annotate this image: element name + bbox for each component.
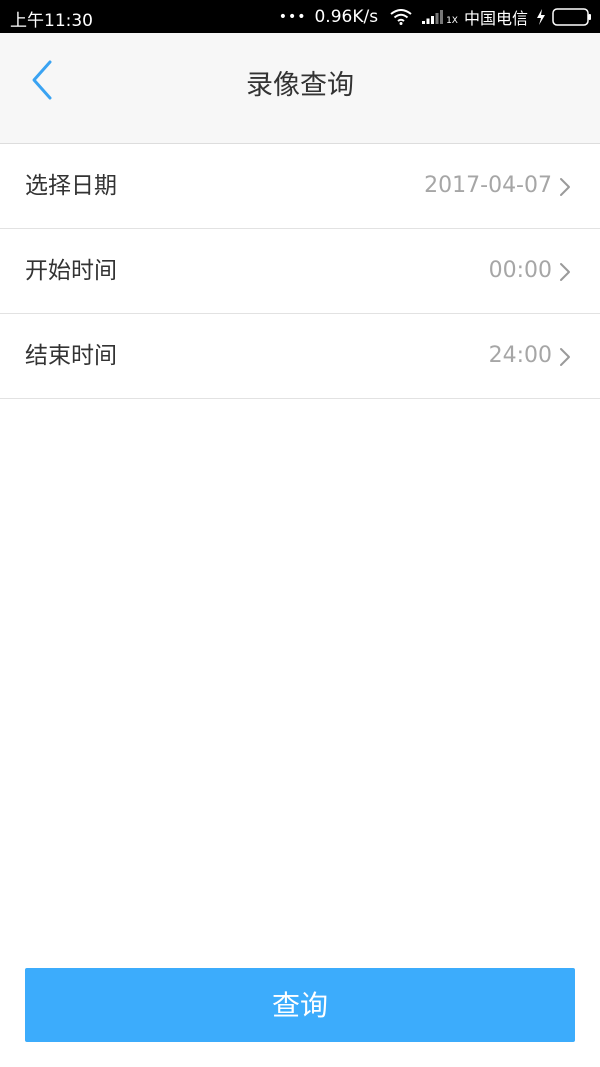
status-dots: •••: [278, 8, 307, 25]
charge-icon: [537, 8, 545, 25]
wifi-icon: [390, 8, 412, 25]
battery-icon: [552, 7, 591, 26]
status-time: 上午11:30: [10, 11, 93, 31]
row-label: 开始时间: [25, 258, 117, 284]
status-bar: 上午11:30 ••• 0.96K/s 1X 中国电信: [0, 0, 600, 33]
query-options-list: 选择日期 2017-04-07 开始时间 00:00 结束时间 24:00: [0, 144, 600, 399]
row-value: 00:00: [488, 258, 552, 283]
chevron-right-icon: [560, 178, 570, 196]
row-label: 结束时间: [25, 343, 117, 369]
nav-header: 录像查询: [0, 33, 600, 144]
app-screen: 上午11:30 ••• 0.96K/s 1X 中国电信 录像查询 选择日期 20…: [0, 0, 600, 1067]
row-label: 选择日期: [25, 173, 117, 199]
row-select-date[interactable]: 选择日期 2017-04-07: [0, 144, 600, 229]
carrier-name: 中国电信: [463, 8, 528, 28]
signal-type: 1X: [446, 15, 458, 26]
page-title: 录像查询: [246, 70, 354, 101]
query-button[interactable]: 查询: [25, 968, 575, 1042]
row-value: 2017-04-07: [424, 173, 552, 198]
chevron-right-icon: [560, 348, 570, 366]
row-end-time[interactable]: 结束时间 24:00: [0, 314, 600, 399]
status-indicators: ••• 0.96K/s 1X 中国电信: [279, 0, 592, 33]
row-value: 24:00: [488, 343, 552, 368]
chevron-right-icon: [560, 263, 570, 281]
row-start-time[interactable]: 开始时间 00:00: [0, 229, 600, 314]
signal-icon: [422, 9, 444, 24]
network-speed: 0.96K/s: [314, 6, 379, 27]
